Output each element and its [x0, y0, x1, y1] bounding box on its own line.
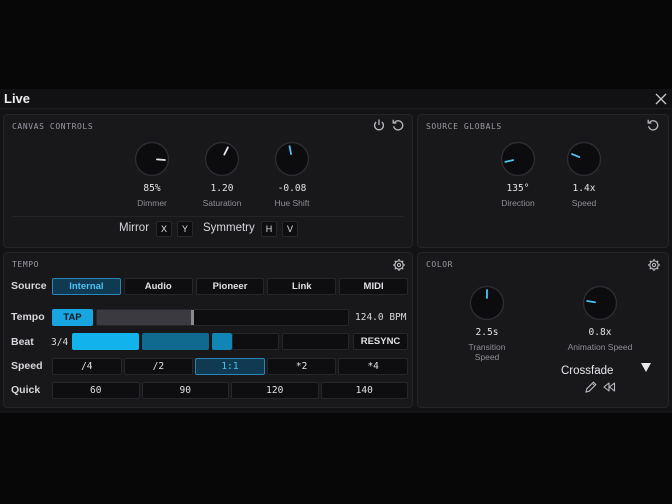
knob-indicator [156, 158, 166, 161]
tap-history-marker [191, 310, 194, 325]
tempo-title: TEMPO [12, 260, 40, 269]
symmetry-label: Symmetry [203, 222, 255, 234]
transition-speed-label: Transition Speed [468, 342, 506, 362]
gear-icon[interactable] [647, 258, 661, 272]
canvas-controls-panel: CANVAS CONTROLS 85% Dimmer 1.20 Saturati… [3, 114, 413, 248]
edit-icon[interactable] [584, 380, 598, 394]
reset-icon[interactable] [646, 118, 660, 132]
direction-value: 135° [506, 183, 530, 194]
color-mode-select[interactable]: Crossfade [561, 361, 651, 377]
animation-speed-label: Animation Speed [567, 342, 633, 352]
transition-speed-knob[interactable]: 2.5s Transition Speed [456, 285, 518, 362]
color-title: COLOR [426, 260, 454, 269]
transition-speed-value: 2.5s [475, 327, 499, 338]
canvas-divider [12, 216, 404, 217]
source-label: Source [11, 280, 47, 292]
source-button-1[interactable]: Audio [123, 278, 193, 295]
bpm-readout: 124.0 BPM [355, 312, 407, 323]
beat-segment-4 [282, 333, 349, 350]
speed-button-0[interactable]: /4 [52, 358, 122, 375]
close-icon[interactable] [654, 92, 668, 106]
hue-shift-knob[interactable]: -0.08 Hue Shift [262, 141, 322, 208]
mirror-label: Mirror [119, 222, 150, 234]
source-button-2[interactable]: Pioneer [195, 278, 265, 295]
direction-knob[interactable]: 135° Direction [488, 141, 548, 208]
triangle-down-icon [641, 363, 651, 372]
title-bar: Live [0, 89, 672, 109]
source-globals-title: SOURCE GLOBALS [426, 122, 502, 131]
beat-segment-2 [142, 333, 209, 350]
quick-bpm-button-1[interactable]: 90 [141, 382, 229, 399]
symmetry-h-button[interactable]: H [261, 221, 277, 237]
hue-shift-value: -0.08 [277, 183, 307, 194]
color-panel: COLOR 2.5s Transition Speed 0.8x Animati… [417, 252, 669, 408]
beat-segment-1 [72, 333, 139, 350]
speed-label: Speed [11, 360, 43, 372]
live-window: Live CANVAS CONTROLS 85% Dimmer 1.20 Sat… [0, 89, 672, 413]
mirror-x-button[interactable]: X [156, 221, 172, 237]
tap-history-fill [97, 310, 193, 325]
direction-label: Direction [501, 198, 535, 208]
speed-button-1[interactable]: /2 [123, 358, 194, 375]
resync-button[interactable]: RESYNC [353, 333, 408, 350]
source-speed-value: 1.4x [572, 183, 596, 194]
beat-value: 3/4 [51, 337, 69, 348]
source-button-3[interactable]: Link [267, 278, 337, 295]
source-speed-label: Speed [571, 198, 597, 208]
tempo-panel: TEMPO Source Internal Audio Pioneer Link MID… [3, 252, 413, 408]
tap-button[interactable]: TAP [52, 309, 93, 326]
saturation-label: Saturation [202, 198, 242, 208]
gear-icon[interactable] [392, 258, 406, 272]
beat-indicator [72, 333, 349, 350]
source-globals-panel: SOURCE GLOBALS 135° Direction 1.4x Speed [417, 114, 669, 248]
beat-segment-3 [212, 333, 232, 350]
canvas-controls-title: CANVAS CONTROLS [12, 122, 94, 131]
symmetry-v-button[interactable]: V [282, 221, 298, 237]
speed-button-2[interactable]: 1:1 [195, 358, 265, 375]
tempo-label: Tempo [11, 311, 45, 323]
window-title: Live [4, 91, 31, 106]
power-icon[interactable] [372, 118, 386, 132]
beat-segment-3-rest [232, 333, 279, 350]
speed-button-3[interactable]: *2 [266, 358, 337, 375]
quick-label: Quick [11, 384, 41, 396]
dimmer-value: 85% [143, 183, 161, 194]
speed-button-4[interactable]: *4 [338, 358, 408, 375]
source-speed-knob[interactable]: 1.4x Speed [554, 141, 614, 208]
quick-bpm-button-3[interactable]: 140 [320, 382, 408, 399]
quick-bpm-button-2[interactable]: 120 [231, 382, 319, 399]
source-button-0[interactable]: Internal [52, 278, 121, 295]
beat-label: Beat [11, 336, 34, 348]
animation-speed-value: 0.8x [588, 327, 612, 338]
source-button-4[interactable]: MIDI [339, 278, 408, 295]
quick-bpm-button-0[interactable]: 60 [52, 382, 140, 399]
knob-indicator [586, 300, 596, 304]
reset-icon[interactable] [391, 118, 405, 132]
saturation-value: 1.20 [210, 183, 234, 194]
mirror-y-button[interactable]: Y [177, 221, 193, 237]
rewind-icon[interactable] [602, 380, 616, 394]
animation-speed-knob[interactable]: 0.8x Animation Speed [565, 285, 635, 352]
saturation-knob[interactable]: 1.20 Saturation [192, 141, 252, 208]
hue-shift-label: Hue Shift [274, 198, 310, 208]
tap-history-bar [96, 309, 349, 326]
dimmer-knob[interactable]: 85% Dimmer [122, 141, 182, 208]
color-mode-value: Crossfade [561, 365, 614, 377]
dimmer-label: Dimmer [137, 198, 167, 208]
